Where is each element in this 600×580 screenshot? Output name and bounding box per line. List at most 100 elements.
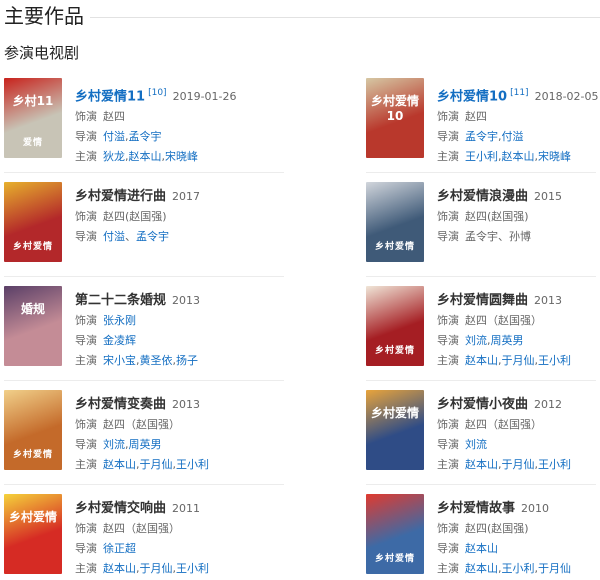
person-link[interactable]: 孟令宇	[465, 130, 498, 143]
cast-row: 主演 王小利,赵本山,宋晓峰	[437, 147, 600, 166]
role-row: 饰演 赵四（赵国强）	[75, 519, 290, 538]
work-title[interactable]: 乡村爱情变奏曲	[75, 397, 166, 412]
poster-image[interactable]: 乡村爱情	[4, 390, 62, 470]
section-title: 主要作品	[4, 4, 84, 28]
poster-image[interactable]: 乡村爱情	[366, 286, 424, 366]
role-row-label: 饰演	[75, 210, 97, 223]
person-link[interactable]: 于月仙	[538, 562, 571, 575]
person-link[interactable]: 周英男	[129, 438, 162, 451]
poster-image[interactable]: 乡村11 爱情	[4, 78, 62, 158]
work-title[interactable]: 乡村爱情10	[437, 89, 507, 104]
row-divider	[366, 276, 596, 277]
person-link[interactable]: 狄龙	[103, 150, 125, 163]
poster-image[interactable]: 乡村爱情	[4, 494, 62, 574]
person-link[interactable]: 付溢	[103, 230, 125, 243]
person-link[interactable]: 于月仙	[502, 354, 535, 367]
work-title[interactable]: 乡村爱情圆舞曲	[437, 293, 528, 308]
role-row-label: 饰演	[437, 418, 459, 431]
work-title[interactable]: 乡村爱情交响曲	[75, 501, 166, 516]
poster-image[interactable]: 乡村爱情	[366, 494, 424, 574]
work-item[interactable]: 乡村爱情 乡村爱情浪漫曲 2015 饰演 赵四(赵国强) 导演 孟令宇、孙博	[366, 182, 600, 268]
person-link[interactable]: 赵本山	[465, 458, 498, 471]
work-item[interactable]: 乡村爱情 乡村爱情交响曲 2011 饰演 赵四（赵国强） 导演 徐正超 主演 赵本山,于月仙,王…	[4, 494, 294, 580]
person-link[interactable]: 刘流	[465, 438, 487, 451]
person-link[interactable]: 于月仙	[140, 458, 173, 471]
role-row-label: 饰演	[437, 110, 459, 124]
person-link[interactable]: 王小利	[465, 150, 498, 163]
person-link[interactable]: 宋晓峰	[538, 150, 571, 163]
role-row-label: 饰演	[75, 314, 97, 327]
person-link[interactable]: 王小利	[502, 562, 535, 575]
person-link[interactable]: 宋小宝	[103, 354, 136, 367]
person-link[interactable]: 于月仙	[502, 458, 535, 471]
person-link[interactable]: 王小利	[176, 458, 209, 471]
person-link[interactable]: 赵本山	[465, 562, 498, 575]
person-link[interactable]: 孟令宇	[129, 130, 162, 143]
work-year: 2012	[534, 398, 563, 411]
person-link[interactable]: 周英男	[491, 334, 524, 347]
citation-link[interactable]: [10]	[148, 88, 166, 98]
work-item[interactable]: 乡村爱情 乡村爱情进行曲 2017 饰演 赵四(赵国强) 导演 付溢、孟令宇	[4, 182, 294, 268]
work-info: 乡村爱情圆舞曲 2013 饰演 赵四（赵国强） 导演 刘流,周英男 主演 赵本山,于月仙,王小…	[437, 292, 600, 370]
work-title[interactable]: 乡村爱情进行曲	[75, 189, 166, 204]
person-link[interactable]: 赵本山	[103, 562, 136, 575]
work-title[interactable]: 第二十二条婚规	[75, 293, 166, 308]
work-item[interactable]: 乡村爱情 乡村爱情小夜曲 2012 饰演 赵四（赵国强） 导演 刘流 主演 赵本山,于月仙,王小…	[366, 390, 600, 476]
section-divider	[90, 17, 600, 18]
citation-link[interactable]: [11]	[510, 88, 528, 98]
person-link[interactable]: 王小利	[538, 458, 571, 471]
work-title-line: 乡村爱情进行曲 2017	[75, 188, 290, 206]
person-link[interactable]: 赵本山	[465, 354, 498, 367]
work-info: 第二十二条婚规 2013 饰演 张永刚 导演 金凌辉 主演 宋小宝,黄圣依,扬子	[75, 292, 290, 370]
person-link[interactable]: 赵本山	[103, 458, 136, 471]
person-link[interactable]: 王小利	[176, 562, 209, 575]
person-link[interactable]: 金凌辉	[103, 334, 136, 347]
person-link[interactable]: 付溢	[103, 130, 125, 143]
person-link[interactable]: 赵本山	[465, 542, 498, 555]
work-item[interactable]: 乡村11 爱情 乡村爱情11 [10] 2019-01-26 饰演 赵四 导演 付溢,孟令宇 主演…	[4, 78, 294, 164]
cast-row: 主演 赵本山,王小利,于月仙	[437, 559, 600, 578]
work-title[interactable]: 乡村爱情故事	[437, 501, 515, 516]
person-link[interactable]: 扬子	[176, 354, 198, 367]
poster-caption: 乡村爱情	[12, 242, 53, 252]
poster-caption: 乡村爱情	[12, 450, 53, 460]
poster-caption: 乡村爱情	[374, 242, 415, 252]
work-info: 乡村爱情交响曲 2011 饰演 赵四（赵国强） 导演 徐正超 主演 赵本山,于月仙,王小利	[75, 500, 290, 578]
person-link[interactable]: 赵本山	[502, 150, 535, 163]
director-row-label: 导演	[437, 438, 459, 451]
work-title[interactable]: 乡村爱情浪漫曲	[437, 189, 528, 204]
person-link[interactable]: 于月仙	[140, 562, 173, 575]
poster-image[interactable]: 乡村爱情	[4, 182, 62, 262]
poster-image[interactable]: 乡村爱情	[366, 182, 424, 262]
work-title-line: 乡村爱情圆舞曲 2013	[437, 292, 600, 310]
person-link[interactable]: 张永刚	[103, 314, 136, 327]
work-title-line: 乡村爱情交响曲 2011	[75, 500, 290, 518]
work-title[interactable]: 乡村爱情11	[75, 89, 145, 104]
role-row: 饰演 张永刚	[75, 311, 290, 330]
separator: 、	[125, 230, 136, 243]
poster-image[interactable]: 乡村爱情	[366, 390, 424, 470]
work-item[interactable]: 乡村爱情 乡村爱情变奏曲 2013 饰演 赵四（赵国强） 导演 刘流,周英男 主演 赵本山,于月…	[4, 390, 294, 476]
person-link[interactable]: 赵本山	[129, 150, 162, 163]
person-link[interactable]: 付溢	[502, 130, 524, 143]
role-row-label: 饰演	[75, 522, 97, 535]
person-link[interactable]: 黄圣依	[140, 354, 173, 367]
poster-image[interactable]: 乡村爱情10	[366, 78, 424, 158]
work-item[interactable]: 乡村爱情 乡村爱情圆舞曲 2013 饰演 赵四（赵国强） 导演 刘流,周英男 主演 赵本山,于月…	[366, 286, 600, 372]
person-link[interactable]: 宋晓峰	[165, 150, 198, 163]
work-item[interactable]: 婚规 第二十二条婚规 2013 饰演 张永刚 导演 金凌辉 主演 宋小宝,黄圣依,扬子	[4, 286, 294, 372]
work-year: 2011	[172, 502, 201, 515]
person-link[interactable]: 刘流	[465, 334, 487, 347]
poster-image[interactable]: 婚规	[4, 286, 62, 366]
work-item[interactable]: 乡村爱情 乡村爱情故事 2010 饰演 赵四(赵国强) 导演 赵本山 主演 赵本山,王小利,于月…	[366, 494, 600, 580]
person-link[interactable]: 孟令宇	[136, 230, 169, 243]
person-link[interactable]: 徐正超	[103, 542, 136, 555]
work-info: 乡村爱情11 [10] 2019-01-26 饰演 赵四 导演 付溢,孟令宇 主演 狄龙,赵本山…	[75, 84, 290, 166]
work-title[interactable]: 乡村爱情小夜曲	[437, 397, 528, 412]
cast-row-label: 主演	[75, 354, 97, 367]
role-row: 饰演 赵四(赵国强)	[75, 207, 290, 226]
person-link[interactable]: 王小利	[538, 354, 571, 367]
work-item[interactable]: 乡村爱情10 乡村爱情10 [11] 2018-02-05 饰演 赵四 导演 孟令宇,付溢 主演…	[366, 78, 600, 164]
work-info: 乡村爱情故事 2010 饰演 赵四(赵国强) 导演 赵本山 主演 赵本山,王小利,于月仙	[437, 500, 600, 578]
person-link[interactable]: 刘流	[103, 438, 125, 451]
